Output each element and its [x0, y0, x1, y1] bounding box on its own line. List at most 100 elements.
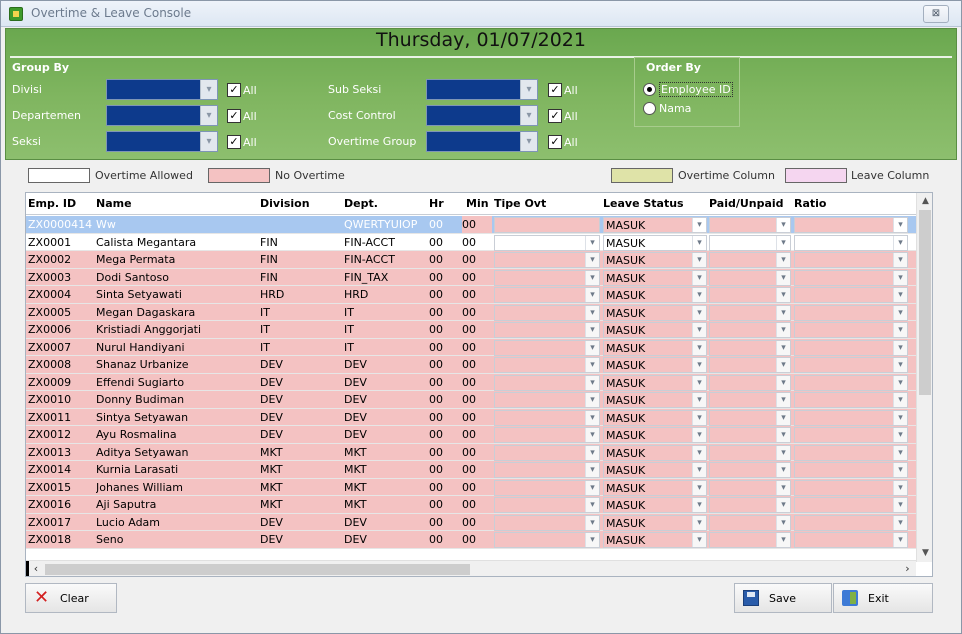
chevron-down-icon[interactable]: ▾ [776, 498, 790, 512]
save-button[interactable]: Save [734, 583, 832, 613]
leave-status-dropdown[interactable]: MASUK ▾ [603, 287, 707, 303]
chevron-down-icon[interactable]: ▾ [692, 463, 706, 477]
table-row[interactable]: ZX0002 Mega Permata FIN FIN-ACCT 00 00 ▾ MASUK ▾… [26, 251, 916, 269]
chevron-down-icon[interactable]: ▾ [585, 305, 599, 320]
chevron-down-icon[interactable]: ▾ [893, 428, 907, 442]
col-leave-status[interactable]: Leave Status [603, 197, 684, 210]
ratio-dropdown[interactable]: ▾ [794, 444, 908, 461]
leave-status-dropdown[interactable]: MASUK ▾ [603, 252, 707, 268]
clear-button[interactable]: ✕ Clear [25, 583, 117, 613]
col-hr[interactable]: Hr [429, 197, 444, 210]
paid-unpaid-dropdown[interactable]: ▾ [709, 374, 791, 391]
table-row[interactable]: ZX0005 Megan Dagaskara IT IT 00 00 ▾ MASUK ▾ ▾ ▾ [26, 303, 916, 321]
ratio-dropdown[interactable]: ▾ [794, 252, 908, 268]
leave-status-dropdown[interactable]: MASUK ▾ [603, 514, 707, 531]
employee-grid[interactable]: Emp. ID Name Division Dept. Hr Min Tipe … [25, 192, 933, 577]
seksi-all-checkbox[interactable]: ✓ All [227, 134, 257, 150]
tipe-ovt-dropdown[interactable]: ▾ [494, 479, 600, 496]
chevron-down-icon[interactable]: ▾ [776, 323, 790, 337]
table-row[interactable]: ZX0008 Shanaz Urbanize DEV DEV 00 00 ▾ MASUK ▾ ▾ ▾ [26, 356, 916, 374]
tipe-ovt-dropdown[interactable]: ▾ [494, 427, 600, 443]
chevron-down-icon[interactable]: ▾ [893, 323, 907, 337]
paid-unpaid-dropdown[interactable]: ▾ [709, 427, 791, 443]
tipe-ovt-dropdown[interactable]: ▾ [494, 287, 600, 303]
chevron-down-icon[interactable]: ▾ [776, 288, 790, 302]
chevron-down-icon[interactable]: ▾ [520, 132, 537, 151]
paid-unpaid-dropdown[interactable]: ▾ [709, 479, 791, 496]
paid-unpaid-dropdown[interactable]: ▾ [709, 252, 791, 268]
chevron-down-icon[interactable]: ▾ [893, 358, 907, 372]
chevron-down-icon[interactable]: ▾ [585, 288, 599, 302]
cost-control-all-checkbox[interactable]: ✓ All [548, 108, 578, 124]
ratio-dropdown[interactable]: ▾ [794, 339, 908, 356]
chevron-down-icon[interactable]: ▾ [692, 393, 706, 407]
col-emp-id[interactable]: Emp. ID [28, 197, 76, 210]
sub-seksi-combo[interactable]: ▾ [426, 79, 538, 100]
col-ratio[interactable]: Ratio [794, 197, 826, 210]
chevron-down-icon[interactable]: ▾ [776, 270, 790, 285]
chevron-down-icon[interactable]: ▾ [585, 410, 599, 425]
leave-status-dropdown[interactable]: MASUK ▾ [603, 217, 707, 233]
leave-status-dropdown[interactable]: MASUK ▾ [603, 479, 707, 496]
departemen-combo[interactable]: ▾ [106, 105, 218, 126]
tipe-ovt-dropdown[interactable]: ▾ [494, 252, 600, 268]
paid-unpaid-dropdown[interactable]: ▾ [709, 339, 791, 356]
scroll-left-icon[interactable]: ‹ [26, 561, 43, 576]
col-dept[interactable]: Dept. [344, 197, 378, 210]
chevron-down-icon[interactable]: ▾ [692, 235, 706, 250]
chevron-down-icon[interactable]: ▾ [520, 106, 537, 125]
chevron-down-icon[interactable]: ▾ [776, 515, 790, 530]
chevron-down-icon[interactable]: ▾ [585, 253, 599, 267]
paid-unpaid-dropdown[interactable]: ▾ [709, 304, 791, 321]
divisi-combo[interactable]: ▾ [106, 79, 218, 100]
chevron-down-icon[interactable]: ▾ [692, 375, 706, 390]
tipe-ovt-dropdown[interactable]: ▾ [494, 514, 600, 531]
tipe-ovt-dropdown[interactable]: ▾ [494, 234, 600, 251]
chevron-down-icon[interactable]: ▾ [692, 428, 706, 442]
sub-seksi-all-checkbox[interactable]: ✓ All [548, 82, 578, 98]
chevron-down-icon[interactable]: ▾ [776, 445, 790, 460]
chevron-down-icon[interactable]: ▾ [585, 445, 599, 460]
chevron-down-icon[interactable]: ▾ [200, 132, 217, 151]
scroll-right-icon[interactable]: › [899, 561, 916, 576]
chevron-down-icon[interactable]: ▾ [692, 480, 706, 495]
chevron-down-icon[interactable]: ▾ [692, 305, 706, 320]
tipe-ovt-dropdown[interactable]: ▾ [494, 339, 600, 356]
paid-unpaid-dropdown[interactable]: ▾ [709, 287, 791, 303]
ratio-dropdown[interactable]: ▾ [794, 217, 908, 233]
chevron-down-icon[interactable]: ▾ [776, 463, 790, 477]
tipe-ovt-dropdown[interactable]: ▾ [494, 497, 600, 513]
divisi-all-checkbox[interactable]: ✓ All [227, 82, 257, 98]
chevron-down-icon[interactable]: ▾ [692, 323, 706, 337]
chevron-down-icon[interactable]: ▾ [692, 340, 706, 355]
chevron-down-icon[interactable]: ▾ [776, 393, 790, 407]
chevron-down-icon[interactable]: ▾ [692, 218, 706, 232]
order-employee-id-radio[interactable]: Employee ID [643, 82, 733, 97]
chevron-down-icon[interactable]: ▾ [692, 498, 706, 512]
col-tipe-ovt[interactable]: Tipe Ovt [494, 197, 546, 210]
chevron-down-icon[interactable]: ▾ [692, 288, 706, 302]
vertical-scrollbar[interactable]: ▲ ▼ [916, 193, 932, 562]
table-row[interactable]: ZX0015 Johanes William MKT MKT 00 00 ▾ MASUK ▾ ▾ ▾ [26, 478, 916, 496]
paid-unpaid-dropdown[interactable]: ▾ [709, 462, 791, 478]
ratio-dropdown[interactable]: ▾ [794, 304, 908, 321]
chevron-down-icon[interactable]: ▾ [893, 498, 907, 512]
chevron-down-icon[interactable]: ▾ [893, 305, 907, 320]
chevron-down-icon[interactable]: ▾ [692, 515, 706, 530]
table-row[interactable]: ZX0017 Lucio Adam DEV DEV 00 00 ▾ MASUK ▾ ▾ ▾ [26, 513, 916, 531]
chevron-down-icon[interactable]: ▾ [692, 445, 706, 460]
chevron-down-icon[interactable]: ▾ [893, 445, 907, 460]
chevron-down-icon[interactable]: ▾ [585, 480, 599, 495]
table-row[interactable]: ZX0010 Donny Budiman DEV DEV 00 00 ▾ MASUK ▾ ▾ ▾ [26, 391, 916, 409]
chevron-down-icon[interactable]: ▾ [893, 340, 907, 355]
chevron-down-icon[interactable]: ▾ [776, 235, 790, 250]
exit-button[interactable]: Exit [833, 583, 933, 613]
table-row[interactable]: ZX0003 Dodi Santoso FIN FIN_TAX 00 00 ▾ MASUK ▾ ▾… [26, 268, 916, 286]
chevron-down-icon[interactable]: ▾ [585, 463, 599, 477]
paid-unpaid-dropdown[interactable]: ▾ [709, 392, 791, 408]
table-row[interactable]: ZX0001 Calista Megantara FIN FIN-ACCT 00 00 ▾ M… [26, 233, 916, 251]
chevron-down-icon[interactable]: ▾ [893, 270, 907, 285]
ratio-dropdown[interactable]: ▾ [794, 269, 908, 286]
chevron-down-icon[interactable]: ▾ [776, 305, 790, 320]
chevron-down-icon[interactable]: ▾ [776, 480, 790, 495]
